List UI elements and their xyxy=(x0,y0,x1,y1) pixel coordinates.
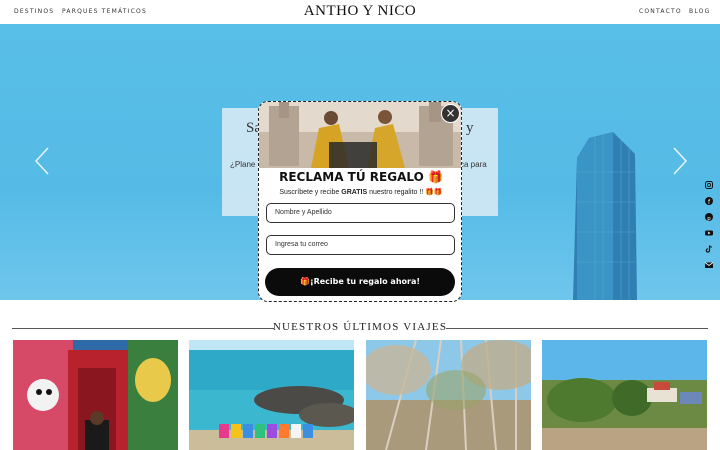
section-title: NUESTROS ÚLTIMOS VIAJES xyxy=(272,321,448,333)
hero-title-right: y xyxy=(466,120,474,136)
trip-card-2[interactable] xyxy=(189,340,354,450)
pinterest-icon[interactable]: p xyxy=(704,212,714,222)
instagram-icon[interactable] xyxy=(704,180,714,190)
email-icon[interactable] xyxy=(704,260,714,270)
popup-subtitle-end: nuestro regalito !! 🎁🎁 xyxy=(367,189,443,196)
trip-card-image-4 xyxy=(542,340,707,450)
slider-next-arrow-icon[interactable] xyxy=(670,146,690,176)
close-popup-icon[interactable]: × xyxy=(441,104,460,123)
popup-subtitle-text: Suscríbete y recibe xyxy=(279,189,342,196)
latest-trips-heading: NUESTROS ÚLTIMOS VIAJES xyxy=(12,320,708,336)
hero-building-image xyxy=(573,132,637,300)
trip-card-image-1 xyxy=(13,340,178,450)
trip-card-3[interactable] xyxy=(366,340,531,450)
slider-prev-arrow-icon[interactable] xyxy=(32,146,52,176)
top-navigation: DESTINOS PARQUES TEMÁTICOS ANTHO Y NICO … xyxy=(0,0,720,24)
nav-link-blog[interactable]: BLOG xyxy=(689,8,710,15)
email-input[interactable]: Ingresa tu correo xyxy=(266,235,455,255)
popup-title: RECLAMA TÚ REGALO 🎁 xyxy=(279,170,443,184)
claim-gift-button[interactable]: 🎁¡Recibe tu regalo ahora! xyxy=(265,268,455,296)
trip-card-image-2 xyxy=(189,340,354,450)
nav-link-contacto[interactable]: CONTACTO xyxy=(639,8,682,15)
trip-card-image-3 xyxy=(366,340,531,450)
name-input[interactable]: Nombre y Apellido xyxy=(266,203,455,223)
trip-card-4[interactable] xyxy=(542,340,707,450)
hero-text-right: ca para xyxy=(460,160,487,169)
youtube-icon[interactable] xyxy=(704,228,714,238)
site-logo[interactable]: ANTHO Y NICO xyxy=(0,3,720,20)
popup-subtitle: Suscríbete y recibe GRATIS nuestro regal… xyxy=(259,188,461,196)
gift-signup-popup: RECLAMA TÚ REGALO 🎁 Suscríbete y recibe … xyxy=(258,101,462,302)
trip-card-1[interactable] xyxy=(13,340,178,450)
tiktok-icon[interactable] xyxy=(704,244,714,254)
svg-text:p: p xyxy=(707,216,711,222)
facebook-icon[interactable]: f xyxy=(704,196,714,206)
popup-couple-photo xyxy=(259,102,461,168)
popup-subtitle-bold: GRATIS xyxy=(341,189,368,196)
